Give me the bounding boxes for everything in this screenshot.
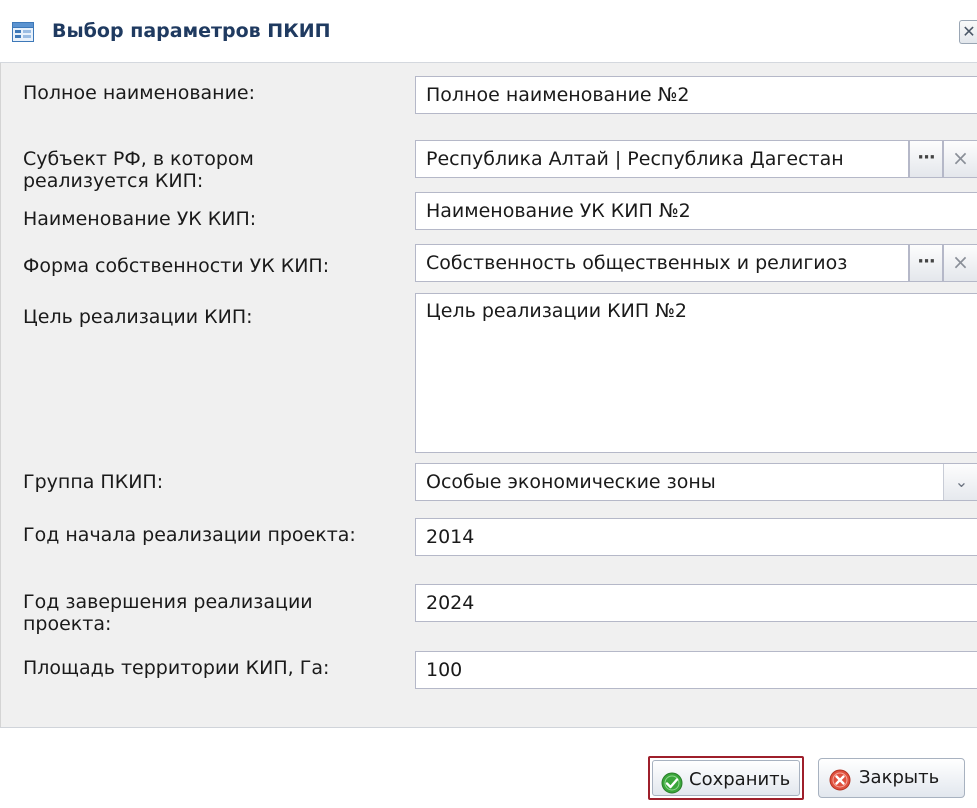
save-button-label: Сохранить xyxy=(689,769,791,790)
close-dialog-button-label: Закрыть xyxy=(859,767,940,788)
ownership-select-button[interactable]: ··· xyxy=(909,244,943,282)
full-name-label: Полное наименование: xyxy=(23,82,256,104)
close-icon[interactable]: ✕ xyxy=(959,20,977,44)
area-input[interactable]: 100 xyxy=(415,651,977,689)
subject-rf-select-button[interactable]: ··· xyxy=(909,140,943,178)
check-circle-icon xyxy=(661,770,683,794)
cancel-circle-icon xyxy=(829,767,851,791)
dialog-title: Выбор параметров ПКИП xyxy=(52,20,331,42)
ownership-clear-button[interactable]: × xyxy=(943,244,977,282)
end-year-label: Год завершения реализации проекта: xyxy=(23,591,313,635)
end-year-input[interactable]: 2024 xyxy=(415,584,977,622)
close-dialog-button[interactable]: Закрыть xyxy=(818,758,965,798)
uk-name-input[interactable]: Наименование УК КИП №2 xyxy=(415,192,977,230)
area-label: Площадь территории КИП, Га: xyxy=(23,657,330,679)
subject-rf-clear-button[interactable]: × xyxy=(943,140,977,178)
ownership-label: Форма собственности УК КИП: xyxy=(23,255,330,277)
dialog-titlebar[interactable]: Выбор параметров ПКИП ✕ xyxy=(0,0,977,63)
goal-label: Цель реализации КИП: xyxy=(23,306,253,328)
group-label: Группа ПКИП: xyxy=(23,471,164,493)
subject-rf-label: Субъект РФ, в котором реализуется КИП: xyxy=(23,148,254,192)
group-select-value: Особые экономические зоны xyxy=(426,471,716,493)
form-panel: Полное наименование: Полное наименование… xyxy=(0,63,977,727)
group-select[interactable]: Особые экономические зоны xyxy=(415,463,977,501)
subject-rf-input[interactable]: Республика Алтай | Республика Дагестан xyxy=(415,140,909,178)
full-name-input[interactable]: Полное наименование №2 xyxy=(415,76,977,114)
ownership-input[interactable]: Собственность общественных и религиоз xyxy=(415,244,909,282)
start-year-input[interactable]: 2014 xyxy=(415,518,977,556)
save-button[interactable]: Сохранить xyxy=(648,756,804,800)
form-table-icon xyxy=(12,22,34,42)
save-button-face: Сохранить xyxy=(652,760,800,796)
start-year-label: Год начала реализации проекта: xyxy=(23,524,356,546)
goal-textarea[interactable]: Цель реализации КИП №2 xyxy=(415,293,977,453)
dialog-footer: Сохранить Закрыть xyxy=(0,727,977,800)
uk-name-label: Наименование УК КИП: xyxy=(23,208,257,230)
dialog-window: Выбор параметров ПКИП ✕ Полное наименова… xyxy=(0,0,977,800)
chevron-down-icon[interactable]: ⌄ xyxy=(943,464,977,500)
